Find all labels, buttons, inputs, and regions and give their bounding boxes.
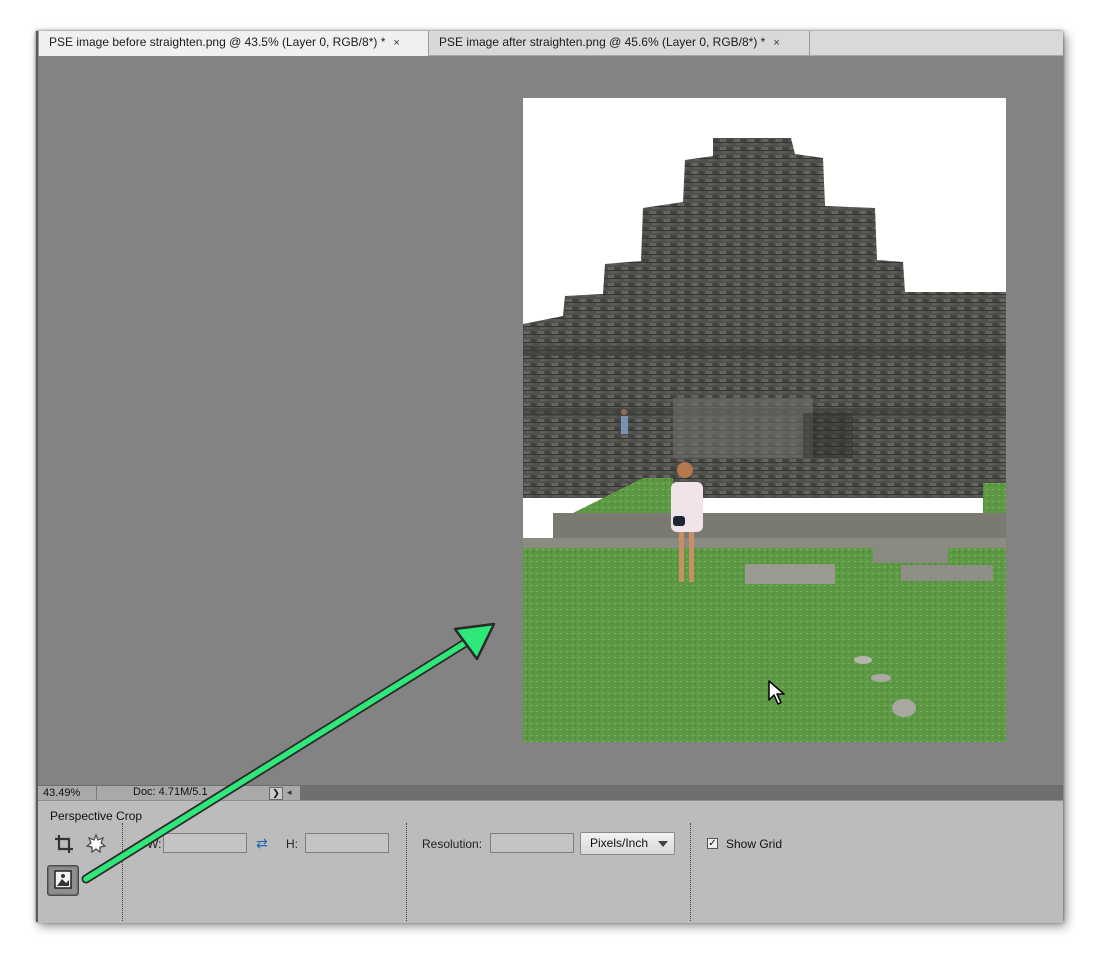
width-field[interactable] bbox=[163, 833, 247, 853]
options-divider bbox=[690, 823, 691, 921]
scroll-left-icon[interactable]: ◂ bbox=[287, 787, 292, 798]
document-tab-bar: PSE image before straighten.png @ 43.5% … bbox=[38, 31, 1063, 56]
horizontal-scrollbar[interactable] bbox=[300, 786, 1063, 800]
tool-options-bar: Perspective Crop W: ⇄ H: Resolution: Pix… bbox=[38, 800, 1063, 923]
width-label: W: bbox=[147, 837, 162, 851]
tab-label: PSE image before straighten.png @ 43.5% … bbox=[49, 35, 386, 49]
options-divider bbox=[406, 823, 407, 921]
tab-label: PSE image after straighten.png @ 45.6% (… bbox=[439, 35, 766, 49]
status-bar: 43.49% Doc: 4.71M/5.1 ❯ ◂ bbox=[38, 785, 1063, 800]
options-divider bbox=[122, 823, 123, 921]
tab-after-straighten[interactable]: PSE image after straighten.png @ 45.6% (… bbox=[429, 31, 810, 55]
height-label: H: bbox=[286, 837, 298, 851]
close-icon[interactable]: × bbox=[393, 37, 399, 49]
swap-dimensions-icon[interactable]: ⇄ bbox=[256, 835, 268, 852]
cookie-cutter-icon[interactable] bbox=[84, 833, 108, 857]
chevron-down-icon bbox=[658, 841, 668, 847]
pyramid-photo-graphic bbox=[523, 98, 1006, 742]
resolution-label: Resolution: bbox=[422, 837, 483, 851]
resolution-units-dropdown[interactable]: Pixels/Inch bbox=[580, 832, 675, 855]
show-grid-label: Show Grid bbox=[726, 837, 783, 851]
perspective-crop-icon[interactable] bbox=[47, 865, 79, 896]
editor-window: PSE image before straighten.png @ 43.5% … bbox=[36, 31, 1063, 923]
dropdown-value: Pixels/Inch bbox=[590, 836, 649, 850]
crop-tool-icon[interactable] bbox=[52, 833, 76, 857]
status-menu-button[interactable]: ❯ bbox=[269, 787, 283, 800]
status-divider bbox=[96, 786, 97, 800]
tab-before-straighten[interactable]: PSE image before straighten.png @ 43.5% … bbox=[38, 31, 429, 56]
doc-size-info: Doc: 4.71M/5.1 bbox=[133, 786, 208, 798]
document-canvas[interactable] bbox=[38, 56, 1063, 784]
height-field[interactable] bbox=[305, 833, 389, 853]
resolution-field[interactable] bbox=[490, 833, 574, 853]
mouse-pointer-icon bbox=[768, 680, 785, 705]
zoom-level[interactable]: 43.49% bbox=[43, 786, 80, 801]
close-icon[interactable]: × bbox=[773, 37, 779, 49]
tool-name: Perspective Crop bbox=[50, 809, 143, 823]
photo-image[interactable] bbox=[523, 98, 1006, 742]
show-grid-checkbox[interactable]: ✓ bbox=[707, 838, 718, 849]
